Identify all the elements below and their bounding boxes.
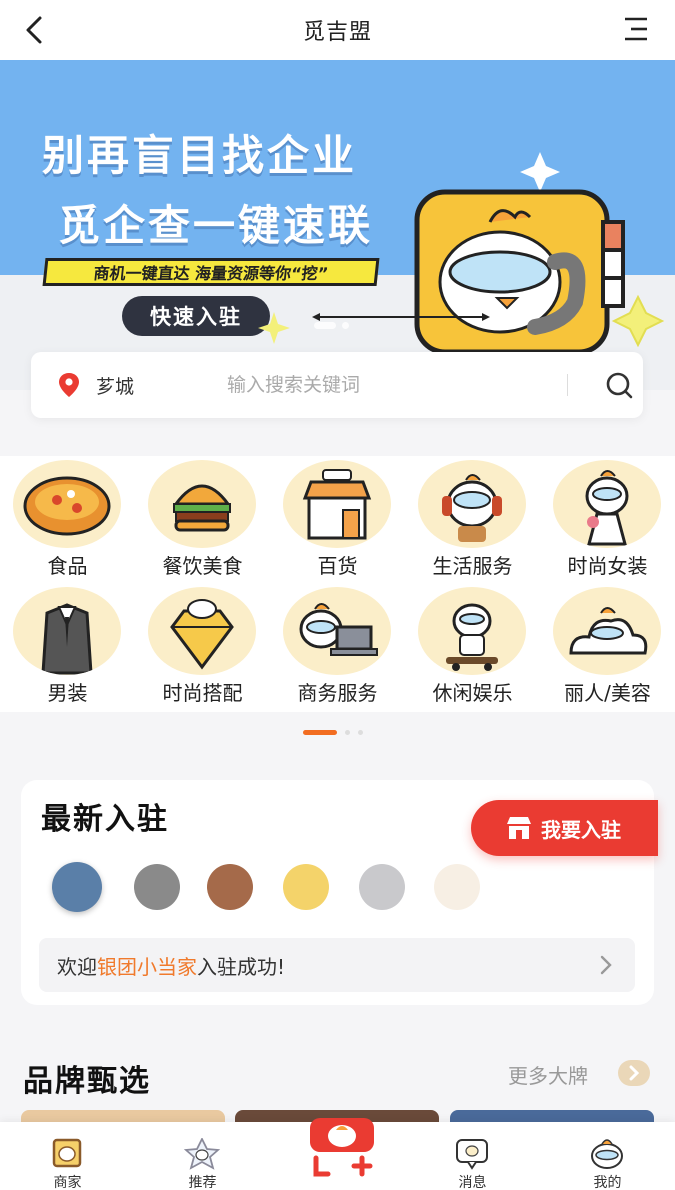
storefront-icon — [507, 817, 531, 839]
category-womens-fashion[interactable]: 时尚女装 — [540, 456, 675, 581]
welcome-prefix: 欢迎 — [57, 954, 97, 979]
suit-icon — [13, 587, 121, 675]
category-business-services[interactable]: 商务服务 — [270, 583, 405, 708]
category-label: 时尚搭配 — [162, 681, 243, 705]
category-label: 百货 — [317, 554, 358, 578]
join-success-notice[interactable]: 欢迎 银团小当家 入驻成功! — [39, 938, 635, 992]
tab-label: 推荐 — [188, 1175, 217, 1190]
page-title: 觅吉盟 — [302, 20, 372, 45]
search-bar: 芗城 — [31, 352, 643, 418]
pizza-icon — [13, 460, 121, 548]
category-menswear[interactable]: 男装 — [0, 583, 135, 708]
banner-tagline: 商机一键直达 海量资源等你“挖” — [42, 258, 380, 286]
cloud-mascot-icon — [553, 587, 661, 675]
category-dining[interactable]: 餐饮美食 — [135, 456, 270, 581]
promo-banner[interactable]: 别再盲目找企业 觅企查一键速联 商机一键直达 海量资源等你“挖” 快速入驻 — [0, 60, 675, 390]
category-pagination — [303, 730, 363, 735]
tab-label: 商家 — [53, 1175, 82, 1190]
category-department-store[interactable]: 百货 — [270, 456, 405, 581]
category-life-services[interactable]: 生活服务 — [405, 456, 540, 581]
category-label: 食品 — [47, 554, 88, 578]
category-label: 商务服务 — [297, 681, 378, 705]
top-bar: 觅吉盟 — [0, 0, 675, 60]
tab-label: 消息 — [458, 1175, 487, 1190]
profile-icon — [591, 1139, 623, 1169]
merchant-avatar[interactable] — [134, 864, 180, 910]
more-arrow-icon[interactable] — [618, 1060, 650, 1086]
merchant-avatar[interactable] — [434, 864, 480, 910]
tab-messages[interactable]: 消息 — [405, 1122, 540, 1190]
menu-icon[interactable] — [623, 16, 649, 42]
category-beauty[interactable]: 丽人/美容 — [540, 583, 675, 708]
welcome-suffix: 入驻成功! — [197, 954, 286, 979]
category-label: 时尚女装 — [567, 554, 648, 578]
tab-profile[interactable]: 我的 — [540, 1122, 675, 1190]
message-icon — [456, 1139, 488, 1170]
category-leisure[interactable]: 休闲娱乐 — [405, 583, 540, 708]
search-icon[interactable] — [604, 370, 634, 400]
category-label: 丽人/美容 — [564, 681, 651, 705]
category-label: 餐饮美食 — [162, 554, 243, 578]
tab-label: 我的 — [593, 1175, 622, 1190]
skateboard-mascot-icon — [418, 587, 526, 675]
brand-selection-title: 品牌甄选 — [23, 1064, 151, 1099]
banner-headline-2: 觅企查一键速联 — [58, 201, 374, 250]
merchant-avatar[interactable] — [207, 864, 253, 910]
category-grid: 食品 餐饮美食 百货 生活服务 时尚女装 男装 时尚搭配 商务服务 休闲娱乐 丽… — [0, 456, 675, 712]
category-label: 生活服务 — [432, 554, 513, 578]
tab-recommend[interactable]: 推荐 — [135, 1122, 270, 1190]
headphone-mascot-icon — [418, 460, 526, 548]
category-page-dot[interactable] — [345, 730, 350, 735]
phone-mascot-illustration — [414, 152, 665, 355]
banner-pagination — [314, 322, 349, 329]
shop-icon — [283, 460, 391, 548]
join-button-label: 我要入驻 — [541, 817, 621, 842]
more-brands-link[interactable]: 更多大牌 — [508, 1060, 588, 1089]
category-page-dot[interactable] — [358, 730, 363, 735]
burger-icon — [148, 460, 256, 548]
search-input[interactable] — [227, 366, 527, 404]
category-label: 男装 — [47, 681, 88, 705]
category-fashion-match[interactable]: 时尚搭配 — [135, 583, 270, 708]
category-food[interactable]: 食品 — [0, 456, 135, 581]
diamond-icon — [148, 587, 256, 675]
recommend-icon — [183, 1138, 221, 1170]
join-button[interactable]: 我要入驻 — [471, 800, 658, 856]
laptop-mascot-icon — [283, 587, 391, 675]
city-selector[interactable]: 芗城 — [96, 372, 134, 399]
newest-joined-title: 最新入驻 — [41, 802, 169, 837]
location-pin-icon[interactable] — [57, 372, 81, 398]
dress-mascot-icon — [553, 460, 661, 548]
banner-dot-active[interactable] — [314, 322, 336, 329]
banner-headline-1: 别再盲目找企业 — [42, 131, 358, 180]
search-divider — [567, 374, 568, 396]
sparkle-icon — [258, 312, 290, 344]
publish-plus-icon — [310, 1118, 374, 1177]
bottom-tab-bar: 商家 推荐 消息 我的 — [0, 1118, 675, 1190]
tab-merchants[interactable]: 商家 — [0, 1122, 135, 1190]
merchant-avatar[interactable] — [283, 864, 329, 910]
welcome-merchant-name[interactable]: 银团小当家 — [97, 951, 197, 980]
quick-join-button[interactable]: 快速入驻 — [122, 296, 270, 336]
chevron-right-icon — [600, 955, 612, 975]
merchant-icon — [52, 1138, 82, 1168]
tab-publish[interactable] — [270, 1118, 405, 1190]
category-page-dot-active[interactable] — [303, 730, 337, 735]
banner-dot[interactable] — [342, 322, 349, 329]
merchant-avatar[interactable] — [52, 862, 102, 912]
back-arrow-icon[interactable] — [20, 14, 52, 46]
merchant-avatar[interactable] — [359, 864, 405, 910]
category-label: 休闲娱乐 — [432, 681, 513, 705]
